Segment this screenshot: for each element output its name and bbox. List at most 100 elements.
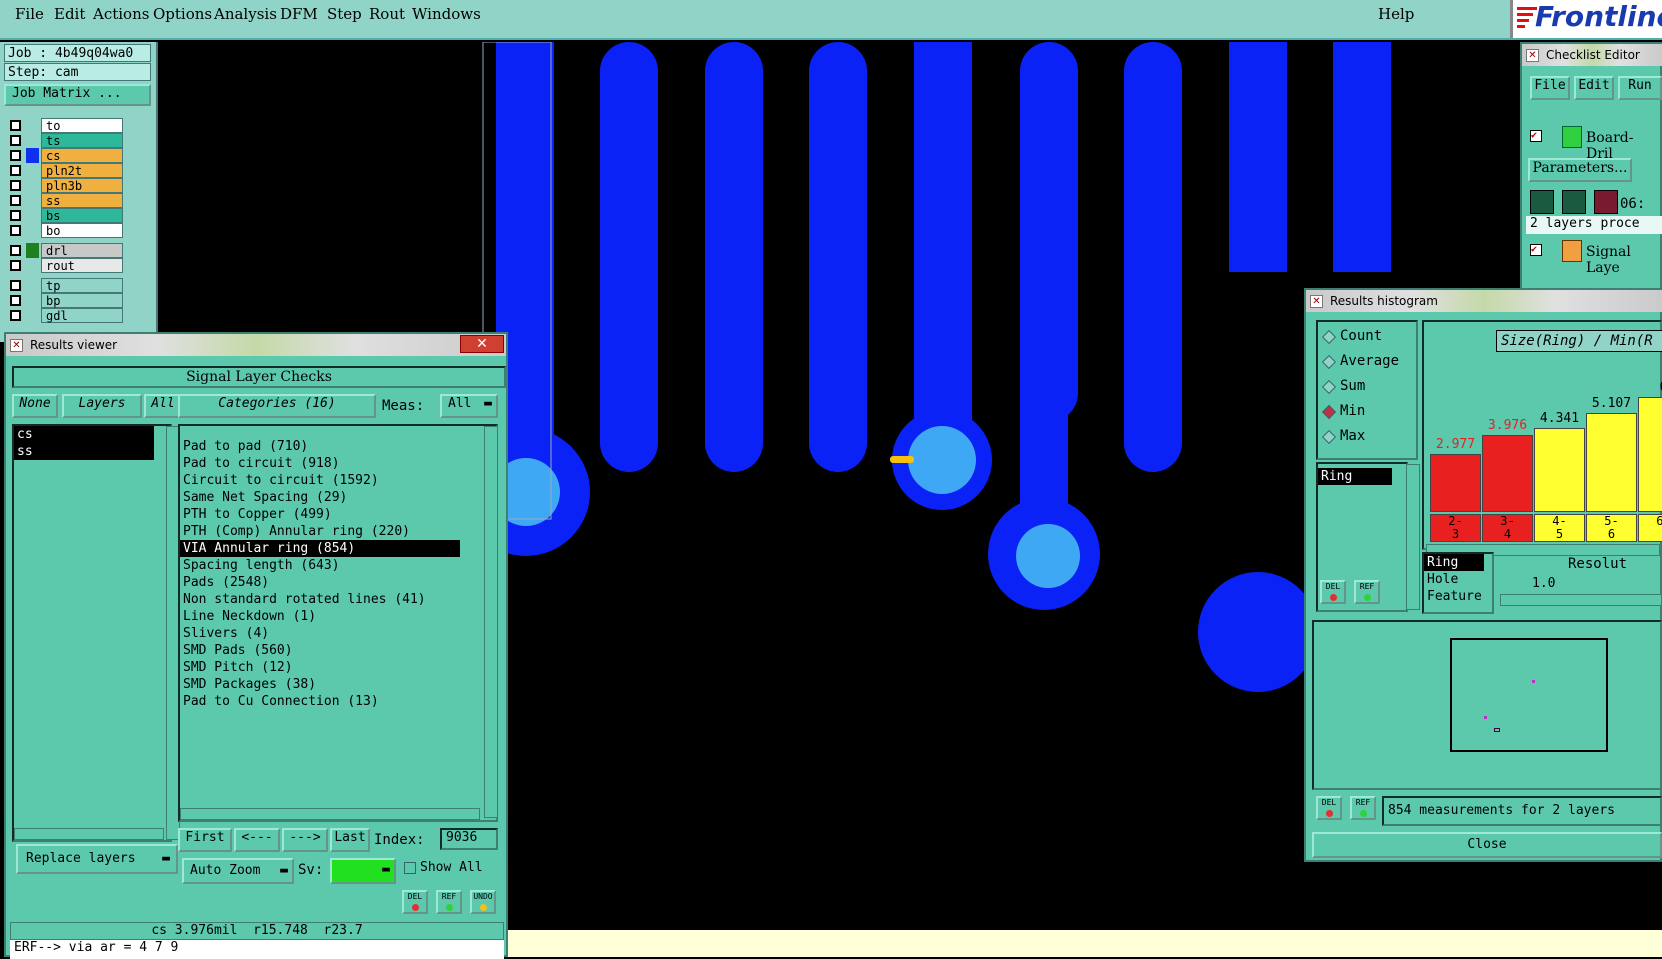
layer-list-item[interactable]: ss <box>14 443 154 460</box>
layers-button[interactable]: Layers <box>62 394 142 418</box>
layer-checkbox[interactable] <box>10 245 21 256</box>
histogram-bar[interactable] <box>1482 435 1533 512</box>
layer-name[interactable]: tp <box>41 278 123 293</box>
index-input[interactable]: 9036 <box>440 828 498 850</box>
category-item[interactable]: SMD Pads (560) <box>180 642 496 659</box>
show-all-checkbox[interactable] <box>404 862 416 874</box>
layer-row-pln2t[interactable]: pln2t <box>8 163 123 178</box>
layer-row-cs[interactable]: cs <box>8 148 123 163</box>
category-item[interactable]: Spacing length (643) <box>180 557 496 574</box>
parameters-button[interactable]: Parameters... <box>1528 158 1632 182</box>
layer-checkbox[interactable] <box>10 310 21 321</box>
category-item[interactable]: Pad to pad (710) <box>180 438 496 455</box>
checklist-menu-run[interactable]: Run <box>1618 76 1662 100</box>
resolution-slider[interactable] <box>1500 594 1662 606</box>
layer-checkbox[interactable] <box>10 135 21 146</box>
mode-radio-sum[interactable]: Sum <box>1321 378 1365 395</box>
layer-row-ts[interactable]: ts <box>8 133 123 148</box>
layer-row-tp[interactable]: tp <box>8 278 123 293</box>
category-list-hscrollbar[interactable] <box>180 808 480 820</box>
run-step-icon[interactable] <box>1562 190 1586 214</box>
all-button[interactable]: All <box>144 394 182 418</box>
layer-name[interactable]: bs <box>41 208 123 223</box>
layer-name[interactable]: rout <box>41 258 123 273</box>
layer-row-drl[interactable]: drl <box>8 243 123 258</box>
layer-row-gdl[interactable]: gdl <box>8 308 123 323</box>
layer-row-bo[interactable]: bo <box>8 223 123 238</box>
ref-icon[interactable]: REF <box>1350 796 1376 820</box>
layer-name[interactable]: bp <box>41 293 123 308</box>
menu-file[interactable]: File <box>15 5 44 23</box>
menu-options[interactable]: Options <box>153 5 212 23</box>
layer-list-item[interactable]: cs <box>14 426 154 443</box>
mode-radio-average[interactable]: Average <box>1321 353 1399 370</box>
layer-checkbox[interactable] <box>10 210 21 221</box>
category-list[interactable]: Pad to pad (710) Pad to circuit (918) Circ… <box>178 424 498 822</box>
category-list-scrollbar[interactable] <box>484 426 498 818</box>
category-item[interactable]: Line Neckdown (1) <box>180 608 496 625</box>
action2-checkbox[interactable]: ✔ <box>1530 244 1542 256</box>
auto-zoom-dropdown[interactable]: Auto Zoom ▬ <box>182 858 294 884</box>
histogram-list-item[interactable]: Ring <box>1318 468 1392 485</box>
layer-name[interactable]: ts <box>41 133 123 148</box>
layer-name[interactable]: to <box>41 118 123 133</box>
del-icon[interactable]: DEL <box>1320 580 1346 604</box>
layer-row-ss[interactable]: ss <box>8 193 123 208</box>
close-icon[interactable]: ✕ <box>460 335 504 353</box>
histogram-bar[interactable] <box>1638 397 1662 512</box>
del-icon[interactable]: DEL <box>1316 796 1342 820</box>
menu-actions[interactable]: Actions <box>93 5 149 23</box>
layer-checkbox[interactable] <box>10 295 21 306</box>
menu-edit[interactable]: Edit <box>54 5 85 23</box>
layer-name[interactable]: gdl <box>41 308 123 323</box>
category-item[interactable]: SMD Pitch (12) <box>180 659 496 676</box>
none-button[interactable]: None <box>12 394 58 418</box>
menu-help[interactable]: Help <box>1378 5 1414 23</box>
category-item[interactable]: Same Net Spacing (29) <box>180 489 496 506</box>
layer-row-bp[interactable]: bp <box>8 293 123 308</box>
layer-row-to[interactable]: to <box>8 118 123 133</box>
layer-checkbox[interactable] <box>10 225 21 236</box>
category-item[interactable]: Non standard rotated lines (41) <box>180 591 496 608</box>
prev-button[interactable]: <--- <box>234 828 280 852</box>
layer-row-pln3b[interactable]: pln3b <box>8 178 123 193</box>
menu-rout[interactable]: Rout <box>369 5 405 23</box>
action1-checkbox[interactable]: ✔ <box>1530 130 1542 142</box>
checklist-menu-file[interactable]: File <box>1530 76 1570 100</box>
stop-icon[interactable] <box>1594 190 1618 214</box>
layer-checkbox[interactable] <box>10 260 21 271</box>
mode-radio-count[interactable]: Count <box>1321 328 1382 345</box>
category-item[interactable]: PTH (Comp) Annular ring (220) <box>180 523 496 540</box>
category-item[interactable]: PTH to Copper (499) <box>180 506 496 523</box>
layer-checkbox[interactable] <box>10 165 21 176</box>
menu-step[interactable]: Step <box>327 5 362 23</box>
histogram-bar[interactable] <box>1534 428 1585 512</box>
board-preview[interactable] <box>1450 638 1608 752</box>
category-item[interactable]: VIA Annular ring (854) <box>180 540 460 557</box>
first-button[interactable]: First <box>178 828 232 852</box>
ref-icon[interactable]: REF <box>1354 580 1380 604</box>
category-item[interactable]: Pad to Cu Connection (13) <box>180 693 496 710</box>
close-button[interactable]: Close <box>1312 832 1662 858</box>
layer-checkbox[interactable] <box>10 120 21 131</box>
category-item[interactable]: SMD Packages (38) <box>180 676 496 693</box>
menu-windows[interactable]: Windows <box>412 5 481 23</box>
mode-radio-min[interactable]: Min <box>1321 403 1365 420</box>
last-button[interactable]: Last <box>330 828 370 852</box>
layer-name[interactable]: drl <box>41 243 123 258</box>
histogram-bar[interactable] <box>1430 454 1481 512</box>
layer-checkbox[interactable] <box>10 150 21 161</box>
measure-list-item[interactable]: Ring <box>1424 554 1484 571</box>
layer-checkbox[interactable] <box>10 280 21 291</box>
layer-row-bs[interactable]: bs <box>8 208 123 223</box>
menu-dfm[interactable]: DFM <box>280 5 318 23</box>
layer-name[interactable]: pln3b <box>41 178 123 193</box>
category-item[interactable]: Circuit to circuit (1592) <box>180 472 496 489</box>
layer-name[interactable]: bo <box>41 223 123 238</box>
layer-name[interactable]: pln2t <box>41 163 123 178</box>
layer-name[interactable]: cs <box>41 148 123 163</box>
layer-name[interactable]: ss <box>41 193 123 208</box>
layer-list-hscrollbar[interactable] <box>14 828 164 840</box>
next-button[interactable]: ---> <box>282 828 328 852</box>
run-icon[interactable] <box>1530 190 1554 214</box>
